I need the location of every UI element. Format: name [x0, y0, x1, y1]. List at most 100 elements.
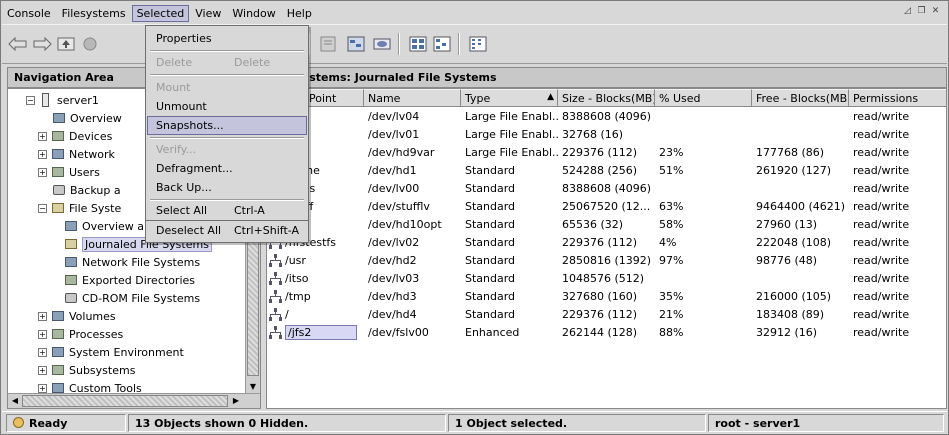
cell-free: 32912 (16) — [756, 326, 818, 339]
back-arrow-icon[interactable] — [8, 35, 28, 53]
tree-item-overview[interactable]: Overview — [52, 109, 122, 127]
expand-icon[interactable]: + — [38, 167, 47, 177]
scroll-right-icon[interactable]: ▶ — [230, 395, 242, 407]
column-size[interactable]: Size - Blocks(MB) — [558, 89, 655, 107]
column-percent-used[interactable]: % Used — [655, 89, 752, 107]
cell-size: 32768 (16) — [562, 128, 624, 141]
list-view-icon[interactable] — [468, 35, 488, 53]
tree-item-system-environment[interactable]: + System Environment — [38, 343, 184, 361]
collapse-icon[interactable]: − — [38, 203, 47, 213]
tree-item-volumes[interactable]: + Volumes — [38, 307, 116, 325]
restore-icon[interactable]: ❐ — [916, 6, 927, 17]
stop-icon[interactable] — [80, 35, 100, 53]
details-icon[interactable] — [372, 35, 392, 53]
menu-item-unmount[interactable]: Unmount — [147, 97, 307, 116]
properties-icon[interactable] — [318, 35, 338, 53]
table-row[interactable]: / /dev/hd4 Standard 229376 (112) 21% 183408 (… — [267, 306, 946, 323]
devices-icon — [51, 129, 65, 143]
expand-icon[interactable]: + — [38, 347, 47, 357]
expand-icon[interactable]: + — [38, 149, 47, 159]
tree-item-label: server1 — [57, 93, 99, 107]
menu-help[interactable]: Help — [282, 5, 317, 22]
status-ready-text: Ready — [29, 417, 68, 430]
status-ready: Ready — [6, 414, 126, 432]
collapse-icon[interactable]: − — [26, 95, 35, 105]
menu-item-deselect-all[interactable]: Deselect All Ctrl+Shift-A — [147, 221, 307, 240]
scroll-thumb[interactable] — [22, 395, 228, 407]
column-free[interactable]: Free - Blocks(MB) — [752, 89, 849, 107]
cell-percent-used — [655, 108, 752, 125]
menu-console[interactable]: Console — [2, 5, 56, 22]
tree-item-users[interactable]: + Users — [38, 163, 100, 181]
close-icon[interactable]: ✕ — [930, 6, 941, 17]
menu-item-label: Unmount — [156, 100, 207, 113]
menu-separator — [150, 137, 304, 139]
tree-item-network-file-systems[interactable]: Network File Systems — [64, 253, 200, 271]
small-icons-icon[interactable] — [432, 35, 452, 53]
tree-item-server1[interactable]: − server1 — [26, 91, 99, 109]
tree-item-label: CD-ROM File Systems — [82, 291, 201, 305]
menu-view[interactable]: View — [190, 5, 226, 22]
cell-free: 222048 (108) — [756, 236, 832, 249]
menu-item-snapshots[interactable]: Snapshots... — [147, 116, 307, 135]
scroll-left-icon[interactable]: ◀ — [9, 395, 21, 407]
nav-horizontal-scrollbar[interactable]: ◀ ▶ — [8, 393, 260, 408]
tree-item-backup[interactable]: Backup a — [52, 181, 121, 199]
menu-item-properties[interactable]: Properties — [147, 29, 307, 48]
column-permissions[interactable]: Permissions — [849, 89, 946, 107]
tree-item-network[interactable]: + Network — [38, 145, 115, 163]
tree-item-devices[interactable]: + Devices — [38, 127, 112, 145]
column-type[interactable]: Type ▲ — [461, 89, 558, 107]
menu-filesystems[interactable]: Filesystems — [57, 5, 131, 22]
cell-name: /dev/lv03 — [368, 272, 420, 285]
table-row[interactable]: /dev/hd9var Large File Enabl... 229376 (11… — [267, 144, 946, 161]
minimize-icon[interactable]: ◿ — [902, 6, 913, 17]
table-row[interactable]: /jfs2/dev/fslv00 Enhanced 262144 (128) 88% 3… — [267, 324, 946, 341]
cell-name: /dev/hd10opt — [368, 218, 442, 231]
tree-item-exported-directories[interactable]: Exported Directories — [64, 271, 195, 289]
filesystem-icon — [269, 326, 282, 339]
menu-selected[interactable]: Selected — [131, 4, 190, 22]
table-row[interactable]: /nfstestfs/dev/lv02 Standard 229376 (112) 4… — [267, 234, 946, 251]
up-folder-icon[interactable] — [56, 35, 76, 53]
tree-item-label: Users — [69, 165, 100, 179]
table-row[interactable]: /home/dev/hd1Standard524288 (256)51%2619… — [267, 162, 946, 179]
expand-icon[interactable]: + — [38, 131, 47, 141]
menu-item-defragment[interactable]: Defragment... — [147, 159, 307, 178]
table-row[interactable]: /dev/lv01 Large File Enabl... 32768 (16) re… — [267, 126, 946, 143]
cell-permissions: read/write — [853, 326, 910, 339]
menu-item-back-up[interactable]: Back Up... — [147, 178, 307, 197]
expand-icon[interactable]: + — [38, 365, 47, 375]
table-row[interactable]: /stuff/dev/stufflvStandard25067520 (12..… — [267, 198, 946, 215]
filesystem-icon — [269, 254, 282, 267]
tree-item-cdrom-file-systems[interactable]: CD-ROM File Systems — [64, 289, 200, 307]
table-row[interactable]: /itso/dev/lv03 Standard 1048576 (512) read/… — [267, 270, 946, 287]
column-name[interactable]: Name — [364, 89, 461, 107]
table-row[interactable]: /dev/lv04 Large File Enabl... 8388608 (409… — [267, 108, 946, 125]
cell-name: /dev/hd1 — [368, 164, 417, 177]
cell-permissions: read/write — [853, 182, 910, 195]
cell-size: 229376 (112) — [562, 236, 638, 249]
menu-item-select-all[interactable]: Select All Ctrl-A — [147, 201, 307, 219]
tree-item-file-systems[interactable]: − File Syste — [38, 199, 121, 217]
tree-item-label: Network File Systems — [82, 255, 201, 269]
cell-mount-point: /jfs2 — [267, 324, 364, 341]
scroll-down-icon[interactable]: ▼ — [247, 381, 259, 393]
expand-icon[interactable]: + — [38, 383, 47, 393]
content-title: Filesystems: Journaled File Systems — [266, 67, 947, 88]
tree-view-icon[interactable] — [346, 35, 366, 53]
table-row[interactable]: /tmp/dev/hd3 Standard 327680 (160) 35% 21600… — [267, 288, 946, 305]
large-icons-icon[interactable] — [408, 35, 428, 53]
menu-separator — [150, 50, 304, 52]
tree-item-subsystems[interactable]: + Subsystems — [38, 361, 135, 379]
tree-item-processes[interactable]: + Processes — [38, 325, 123, 343]
expand-icon[interactable]: + — [38, 311, 47, 321]
table-row[interactable]: /tools/dev/lv00Standard8388608 (4096)rea… — [267, 180, 946, 197]
expand-icon[interactable]: + — [38, 329, 47, 339]
cell-permissions: read/write — [853, 128, 910, 141]
forward-arrow-icon[interactable] — [32, 35, 52, 53]
menu-item-verify: Verify... — [147, 140, 307, 159]
table-row[interactable]: /usr/dev/hd2 Standard 2850816 (1392) 97% 987… — [267, 252, 946, 269]
table-row[interactable]: /opt/dev/hd10optStandard65536 (32)58%279… — [267, 216, 946, 233]
menu-window[interactable]: Window — [227, 5, 280, 22]
